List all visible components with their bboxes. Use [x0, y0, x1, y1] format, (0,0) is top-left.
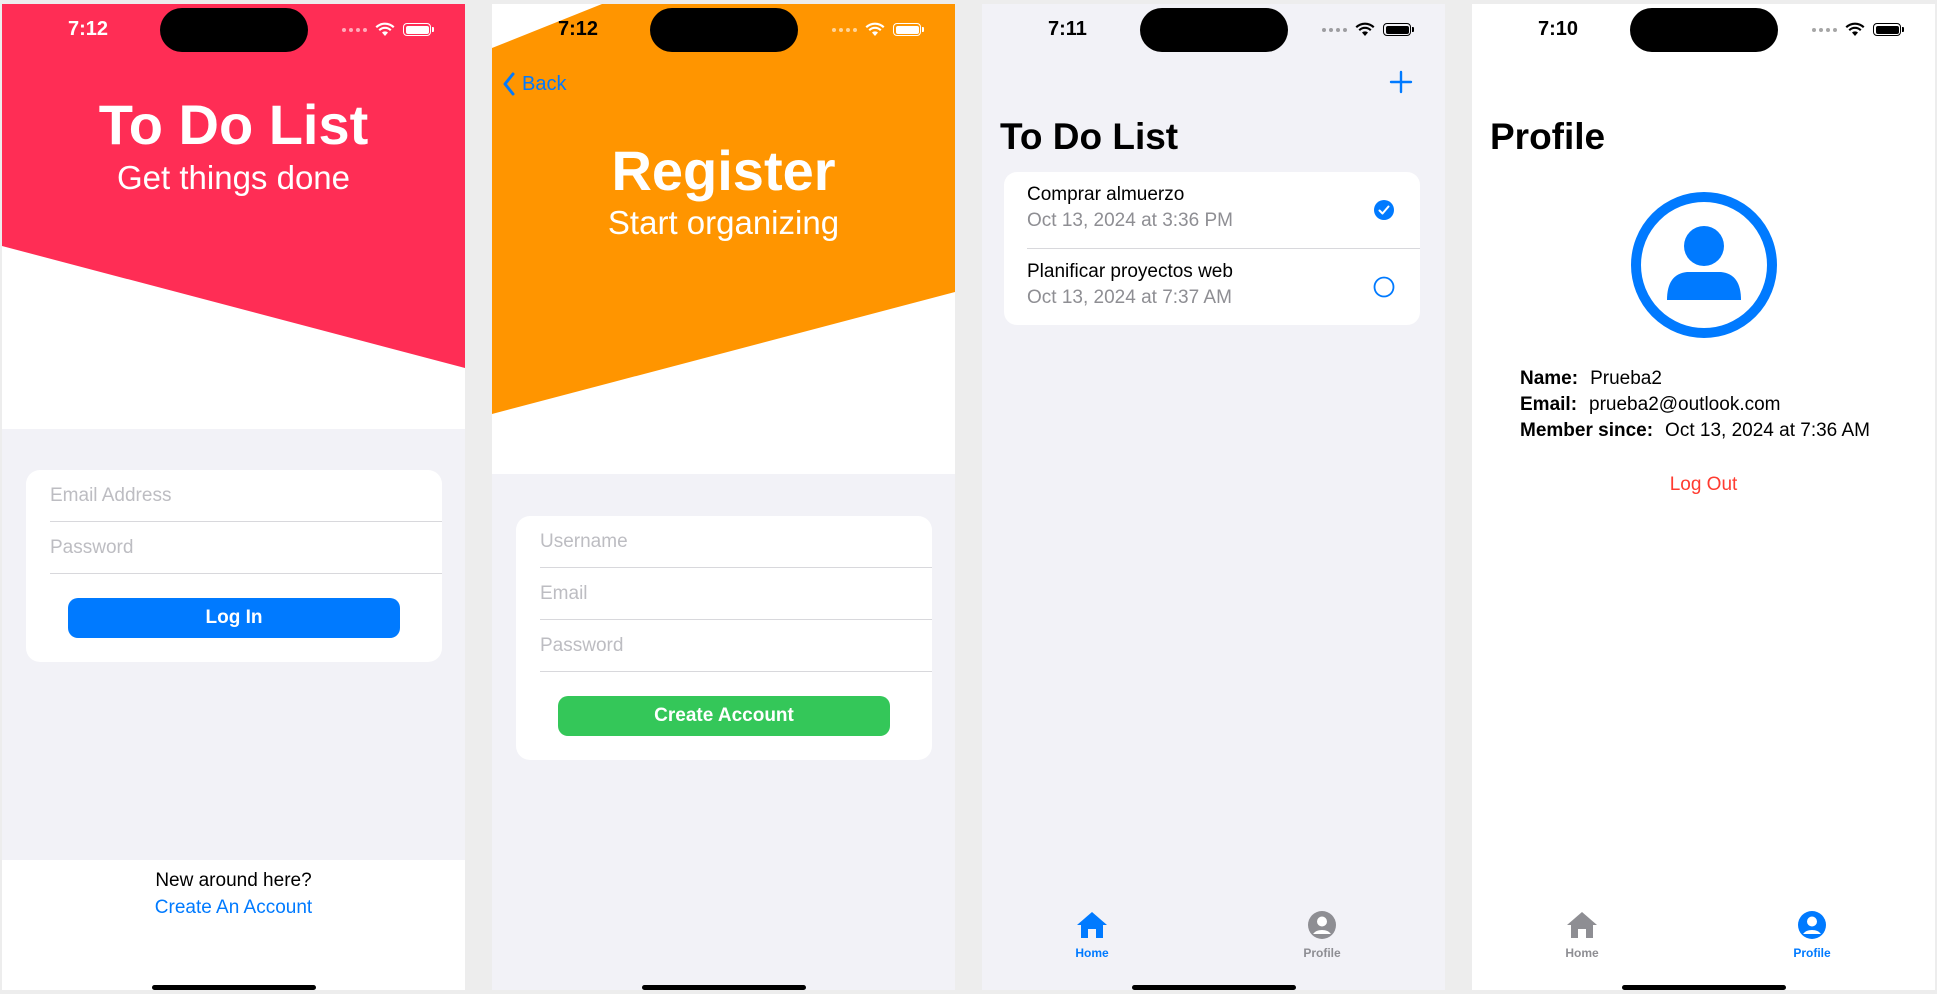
- dynamic-island: [650, 8, 798, 52]
- home-indicator: [1621, 985, 1786, 990]
- name-value: Prueba2: [1590, 368, 1662, 389]
- username-field[interactable]: Username: [540, 516, 932, 568]
- tab-label: Home: [1565, 946, 1599, 960]
- status-bar: 7:12: [2, 4, 465, 60]
- email-field[interactable]: Email Address: [50, 470, 442, 522]
- battery-icon: [1383, 23, 1414, 36]
- member-since-row: Member since: Oct 13, 2024 at 7:36 AM: [1520, 420, 1870, 442]
- person-circle-icon: [1798, 911, 1826, 939]
- signal-icon: [832, 27, 857, 32]
- password-field[interactable]: Password: [540, 620, 932, 672]
- register-screen: 7:12 Back Register Start organizing User…: [492, 4, 955, 990]
- email-row: Email: prueba2@outlook.com: [1520, 394, 1781, 416]
- register-form: Username Email Password Create Account: [516, 516, 932, 760]
- battery-icon: [1873, 23, 1904, 36]
- tab-bar: Home Profile: [1472, 890, 1935, 990]
- register-subtitle: Start organizing: [607, 204, 840, 241]
- name-label: Name:: [1520, 368, 1579, 389]
- signal-icon: [342, 27, 367, 32]
- house-icon: [1567, 912, 1597, 938]
- create-account-button[interactable]: Create Account: [558, 696, 890, 736]
- status-icons: [342, 22, 434, 37]
- member-since-label: Member since:: [1520, 420, 1654, 441]
- todo-date: Oct 13, 2024 at 7:37 AM: [1027, 287, 1232, 308]
- dynamic-island: [160, 8, 308, 52]
- status-bar: 7:12: [492, 4, 955, 60]
- logout-button[interactable]: Log Out: [1472, 474, 1935, 496]
- status-time: 7:10: [1538, 18, 1579, 40]
- status-bar: 7:11: [982, 4, 1445, 60]
- register-title: Register: [611, 139, 836, 202]
- signal-icon: [1812, 27, 1837, 32]
- password-field[interactable]: Password: [50, 522, 442, 574]
- status-time: 7:12: [558, 18, 599, 40]
- status-icons: [1812, 22, 1904, 37]
- todo-list: Comprar almuerzo Oct 13, 2024 at 3:36 PM…: [1004, 172, 1420, 325]
- name-row: Name: Prueba2: [1520, 368, 1662, 390]
- back-button[interactable]: Back: [502, 72, 566, 96]
- empty-circle-icon[interactable]: [1373, 276, 1395, 298]
- status-bar: 7:10: [1472, 4, 1935, 60]
- tab-bar: Home Profile: [982, 890, 1445, 990]
- tab-label: Profile: [1303, 946, 1341, 960]
- back-label: Back: [522, 72, 567, 95]
- app-subtitle: Get things done: [117, 159, 350, 196]
- home-indicator: [641, 985, 806, 990]
- page-title: To Do List: [1000, 116, 1179, 157]
- tab-label: Profile: [1793, 946, 1831, 960]
- tab-profile[interactable]: Profile: [1767, 910, 1857, 960]
- status-icons: [1322, 22, 1414, 37]
- wifi-icon: [865, 22, 885, 36]
- list-item[interactable]: Comprar almuerzo Oct 13, 2024 at 3:36 PM: [1004, 172, 1420, 249]
- login-screen: 7:12 To Do List Get things done Email Ad…: [2, 4, 465, 990]
- tab-home[interactable]: Home: [1537, 910, 1627, 960]
- todo-list-screen: 7:11 To Do List Comprar almuerzo Oct 13,…: [982, 4, 1445, 990]
- avatar-icon: [1631, 192, 1777, 338]
- tab-profile[interactable]: Profile: [1277, 910, 1367, 960]
- wifi-icon: [1355, 22, 1375, 36]
- battery-icon: [403, 23, 434, 36]
- member-since-value: Oct 13, 2024 at 7:36 AM: [1665, 420, 1870, 441]
- login-form: Email Address Password Log In: [26, 470, 442, 662]
- dynamic-island: [1140, 8, 1288, 52]
- tab-home[interactable]: Home: [1047, 910, 1137, 960]
- login-button[interactable]: Log In: [68, 598, 400, 638]
- email-label: Email:: [1520, 394, 1578, 415]
- dynamic-island: [1630, 8, 1778, 52]
- footer-area: New around here? Create An Account: [2, 860, 465, 990]
- header-banner: [2, 4, 465, 368]
- create-account-link[interactable]: Create An Account: [2, 897, 465, 919]
- app-title: To Do List: [98, 93, 369, 156]
- email-value: prueba2@outlook.com: [1589, 394, 1781, 415]
- todo-title: Comprar almuerzo: [1027, 184, 1185, 205]
- chevron-left-icon: [503, 72, 515, 96]
- checkmark-circle-icon[interactable]: [1373, 199, 1395, 221]
- status-time: 7:11: [1048, 18, 1087, 40]
- todo-title: Planificar proyectos web: [1027, 261, 1233, 282]
- status-icons: [832, 22, 924, 37]
- home-indicator: [151, 985, 316, 990]
- home-indicator: [1131, 985, 1296, 990]
- profile-screen: 7:10 Profile Name: Prueba2 Email: prueba2@…: [1472, 4, 1935, 990]
- page-title: Profile: [1490, 116, 1606, 157]
- person-circle-icon: [1308, 911, 1336, 939]
- list-item[interactable]: Planificar proyectos web Oct 13, 2024 at…: [1004, 249, 1420, 325]
- house-icon: [1077, 912, 1107, 938]
- email-field[interactable]: Email: [540, 568, 932, 620]
- new-here-label: New around here?: [155, 870, 312, 891]
- wifi-icon: [375, 22, 395, 36]
- status-time: 7:12: [68, 18, 109, 40]
- plus-icon[interactable]: [1389, 70, 1413, 94]
- signal-icon: [1322, 27, 1347, 32]
- tab-label: Home: [1075, 946, 1109, 960]
- battery-icon: [893, 23, 924, 36]
- todo-date: Oct 13, 2024 at 3:36 PM: [1027, 210, 1233, 231]
- wifi-icon: [1845, 22, 1865, 36]
